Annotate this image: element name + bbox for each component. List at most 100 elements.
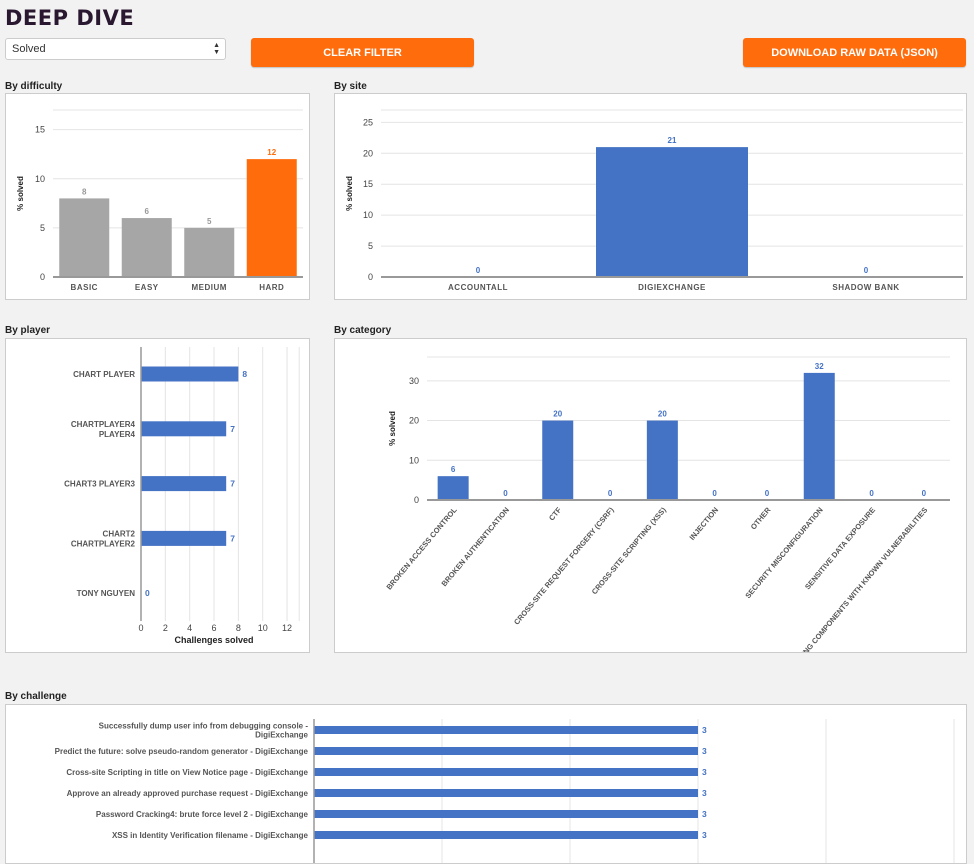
bar-digiexchange bbox=[596, 147, 748, 277]
x-tick-label: 8 bbox=[236, 623, 241, 633]
difficulty-svg: 0 5 10 15 % solved 8 BASIC 6 EASY 5 MEDIUM 12 HARD bbox=[16, 109, 303, 292]
section-label-difficulty: By difficulty bbox=[5, 81, 63, 92]
x-tick-label: BASIC bbox=[71, 283, 98, 292]
bar bbox=[314, 747, 698, 755]
data-label: 20 bbox=[553, 410, 562, 419]
data-label: 8 bbox=[82, 187, 87, 196]
bar-ctf bbox=[542, 420, 574, 500]
data-label: 7 bbox=[230, 424, 235, 434]
category-svg: 0102030% solved6BROKEN ACCESS CONTROL0BR… bbox=[384, 356, 950, 652]
bar bbox=[314, 726, 698, 734]
bar bbox=[314, 789, 698, 797]
x-tick-label: CTF bbox=[547, 505, 564, 522]
x-tick-label: 12 bbox=[282, 623, 292, 633]
data-label: 0 bbox=[922, 489, 927, 498]
data-label: 0 bbox=[608, 489, 613, 498]
challenge-svg: 3 Successfully dump user info from debugg… bbox=[55, 719, 955, 863]
y-tick-label: 5 bbox=[368, 241, 373, 251]
x-tick-label: ACCOUNTALL bbox=[448, 283, 508, 292]
bar bbox=[314, 810, 698, 818]
data-label: 12 bbox=[267, 148, 276, 157]
download-raw-data-button[interactable]: DOWNLOAD RAW DATA (JSON) bbox=[743, 38, 966, 67]
y-tick-label: TONY NGUYEN bbox=[77, 589, 136, 598]
x-tick-label: OTHER bbox=[749, 505, 773, 531]
y-tick-label: XSS in Identity Verification filename - … bbox=[112, 831, 309, 840]
y-tick-label: Password Cracking4: brute force level 2 … bbox=[96, 810, 309, 819]
data-label: 0 bbox=[864, 266, 869, 275]
y-tick-label: 10 bbox=[363, 210, 373, 220]
data-label: 0 bbox=[476, 266, 481, 275]
section-label-challenge: By challenge bbox=[5, 691, 67, 702]
y-tick-label: Cross-site Scripting in title on View No… bbox=[66, 768, 308, 777]
y-axis-title: % solved bbox=[345, 176, 354, 211]
x-axis-title: Challenges solved bbox=[175, 635, 254, 645]
difficulty-chart: 0 5 10 15 % solved 8 BASIC 6 EASY 5 MEDIUM 12 HARD bbox=[5, 93, 310, 300]
bar-basic bbox=[59, 198, 110, 277]
data-label: 3 bbox=[702, 767, 707, 777]
data-label: 3 bbox=[702, 725, 707, 735]
data-label: 32 bbox=[815, 362, 824, 371]
x-tick-label: HARD bbox=[259, 283, 284, 292]
x-tick-label: 2 bbox=[163, 623, 168, 633]
data-label: 7 bbox=[230, 533, 235, 543]
y-tick-label: CHARTPLAYER2 bbox=[71, 539, 136, 548]
y-tick-label: CHART2 bbox=[103, 529, 136, 538]
y-tick-label: 20 bbox=[363, 148, 373, 158]
data-label: 0 bbox=[145, 588, 150, 598]
y-axis-title: % solved bbox=[16, 176, 25, 211]
data-label: 21 bbox=[668, 136, 677, 145]
bar bbox=[314, 831, 698, 839]
x-tick-label: MEDIUM bbox=[192, 283, 227, 292]
y-tick-label: 30 bbox=[409, 376, 419, 386]
y-tick-label: 0 bbox=[414, 495, 419, 505]
data-label: 0 bbox=[712, 489, 717, 498]
clear-filter-button[interactable]: CLEAR FILTER bbox=[251, 38, 474, 67]
x-tick-label: 10 bbox=[258, 623, 268, 633]
y-tick-label: 5 bbox=[40, 223, 45, 233]
y-tick-label: 10 bbox=[35, 174, 45, 184]
category-chart: 0 10 20 30% solved 6 BROKEN ACCESS CONTROL 0 BR… bbox=[334, 338, 967, 653]
x-tick-label: DIGIEXCHANGE bbox=[638, 283, 706, 292]
x-tick-label: 4 bbox=[187, 623, 192, 633]
y-tick-label: 15 bbox=[35, 125, 45, 135]
data-label: 6 bbox=[145, 207, 150, 216]
bar-easy bbox=[121, 218, 172, 277]
x-tick-label: 0 bbox=[138, 623, 143, 633]
y-tick-label: CHARTPLAYER4 bbox=[71, 420, 136, 429]
data-label: 3 bbox=[702, 830, 707, 840]
bar bbox=[314, 768, 698, 776]
y-tick-label: Predict the future: solve pseudo-random … bbox=[55, 747, 309, 756]
y-tick-label: 15 bbox=[363, 179, 373, 189]
bar-broken-access-control bbox=[437, 476, 469, 500]
data-label: 3 bbox=[702, 788, 707, 798]
y-tick-label: Approve an already approved purchase req… bbox=[67, 789, 309, 798]
data-label: 6 bbox=[451, 465, 456, 474]
player-svg: 0 2 4 6 8 10 12 Challenges solved 8 CHART PLAYER 7… bbox=[64, 347, 300, 645]
y-tick-label: DigiExchange bbox=[255, 731, 308, 740]
data-label: 3 bbox=[702, 809, 707, 819]
data-label: 7 bbox=[230, 479, 235, 489]
challenge-chart: 3 Successfully dump user info from debugg… bbox=[5, 704, 967, 864]
bar bbox=[141, 476, 227, 492]
data-label: 20 bbox=[658, 410, 667, 419]
page-title: DEEP DIVE bbox=[5, 6, 135, 30]
bar-medium bbox=[184, 227, 235, 277]
bar-security-misconfiguration bbox=[803, 372, 835, 500]
bar bbox=[141, 530, 227, 546]
y-tick-label: 25 bbox=[363, 117, 373, 127]
data-label: 8 bbox=[242, 369, 247, 379]
bar-hard bbox=[246, 159, 297, 277]
data-label: 5 bbox=[207, 217, 212, 226]
site-chart: 0 5 10 15 20 25 % solved 0 ACCOUNTALL 21 DIGIEXCHA… bbox=[334, 93, 967, 300]
player-chart: 0 2 4 6 8 10 12 Challenges solved 8 CHART PLAYER 7… bbox=[5, 338, 310, 653]
section-label-player: By player bbox=[5, 325, 51, 336]
y-tick-label: PLAYER4 bbox=[99, 430, 136, 439]
data-label: 3 bbox=[702, 746, 707, 756]
select-arrows-icon: ▲ ▼ bbox=[213, 42, 220, 56]
y-tick-label: 10 bbox=[409, 455, 419, 465]
bar-cross-site-scripting-xss- bbox=[646, 420, 678, 500]
x-tick-label: EASY bbox=[135, 283, 159, 292]
x-tick-label: CROSS-SITE REQUEST FORGERY (CSRF) bbox=[512, 505, 616, 626]
filter-select[interactable]: Solved ▲ ▼ bbox=[5, 38, 226, 60]
x-tick-label: 6 bbox=[212, 623, 217, 633]
